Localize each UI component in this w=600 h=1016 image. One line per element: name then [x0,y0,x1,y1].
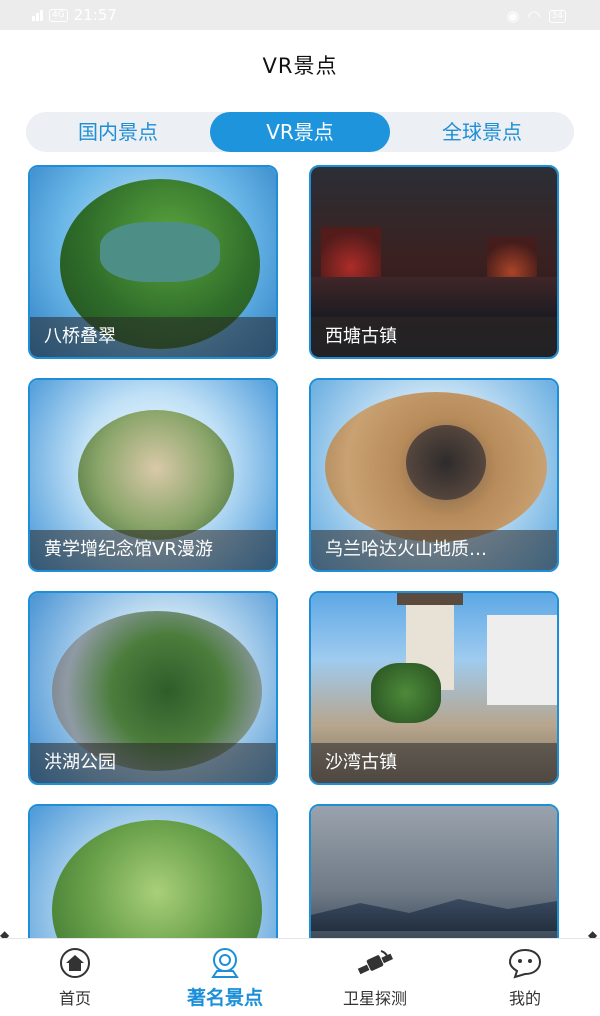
satellite-icon [357,950,394,975]
spot-card-huangxuezeng[interactable]: 黄学增纪念馆VR漫游 [28,378,278,572]
nav-satellite[interactable]: 卫星探测 [300,939,450,1016]
spot-card-wulanhada[interactable]: 乌兰哈达火山地质… [309,378,559,572]
spot-name: 八桥叠翠 [30,317,276,357]
nav-mine[interactable]: 我的 [450,939,600,1016]
spot-card-xitang[interactable]: 西塘古镇 [309,165,559,359]
nav-home[interactable]: 首页 [0,939,150,1016]
spot-photo [311,806,557,938]
nav-label: 首页 [58,989,91,1008]
spot-card-park-planet[interactable] [28,804,278,938]
nav-label: 我的 [508,989,541,1008]
home-icon [60,948,90,978]
spot-photo [30,806,276,938]
spot-name: 西塘古镇 [311,317,557,357]
spot-card-night-city[interactable] [309,804,559,938]
bottom-nav: 首页 著名景点 卫星探测 我的 [0,938,600,1016]
spot-name: 沙湾古镇 [311,743,557,783]
nav-label: 卫星探测 [342,989,407,1008]
spot-card-baqiao[interactable]: 八桥叠翠 [28,165,278,359]
camera-icon [211,948,239,978]
spot-grid: 八桥叠翠 西塘古镇 黄学增纪念馆VR漫游 乌兰哈达火山地质… 洪湖公园 沙湾古镇 [0,0,600,938]
chat-face-icon [508,948,542,979]
nav-famous-spots[interactable]: 著名景点 [150,939,300,1016]
spot-card-honghu[interactable]: 洪湖公园 [28,591,278,785]
spot-name: 乌兰哈达火山地质… [311,530,557,570]
spot-card-shawan[interactable]: 沙湾古镇 [309,591,559,785]
spot-name: 黄学增纪念馆VR漫游 [30,530,276,570]
nav-label: 著名景点 [186,987,263,1009]
spot-name: 洪湖公园 [30,743,276,783]
